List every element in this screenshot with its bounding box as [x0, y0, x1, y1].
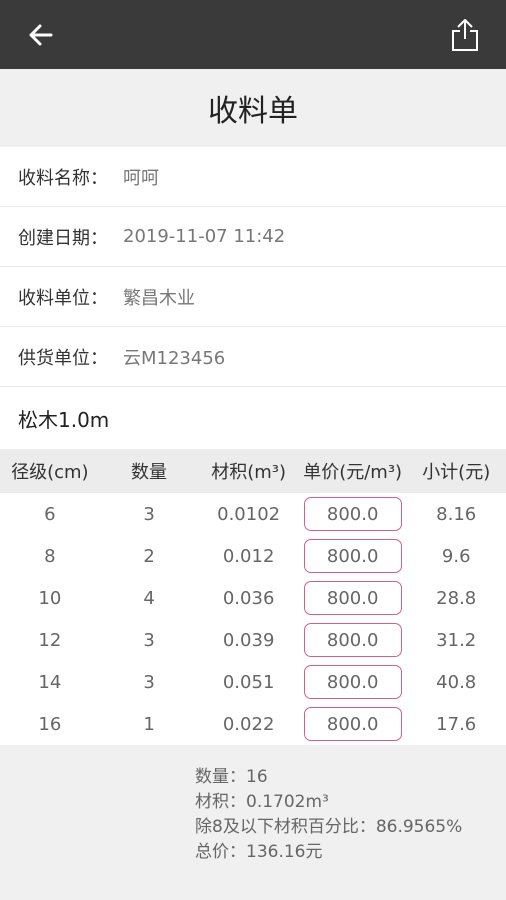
price-input[interactable] [303, 707, 402, 741]
column-header-volume: 材积(m³) [198, 449, 299, 493]
info-label: 创建日期： [18, 227, 108, 249]
table-row: 10 4 0.036 28.8 [0, 577, 506, 619]
price-input[interactable] [303, 623, 402, 657]
cell-volume: 0.051 [222, 671, 275, 693]
info-row-name: 收料名称： 呵呵 [0, 147, 506, 207]
info-label: 供货单位： [18, 347, 108, 369]
price-input[interactable] [303, 539, 402, 573]
summary-percent: 除8及以下材积百分比：86.9565% [195, 817, 463, 837]
section-title: 松木1.0m [0, 387, 506, 449]
cell-quantity: 3 [143, 671, 155, 693]
table-header-row: 径级(cm) 数量 材积(m³) 单价(元/m³) 小计(元) [0, 449, 506, 493]
info-list: 收料名称： 呵呵 创建日期： 2019-11-07 11:42 收料单位： 繁昌… [0, 147, 506, 387]
table-row: 12 3 0.039 31.2 [0, 619, 506, 661]
table-row: 14 3 0.051 40.8 [0, 661, 506, 703]
info-row-receiver: 收料单位： 繁昌木业 [0, 267, 506, 327]
column-header-quantity: 数量 [99, 449, 199, 493]
summary-quantity: 数量：16 [195, 767, 268, 787]
back-button[interactable] [24, 18, 58, 52]
table-row: 16 1 0.022 17.6 [0, 703, 506, 745]
price-input[interactable] [303, 497, 402, 531]
cell-diameter: 14 [38, 671, 62, 693]
info-row-date: 创建日期： 2019-11-07 11:42 [0, 207, 506, 267]
top-app-bar [0, 0, 506, 69]
cell-volume: 0.022 [222, 713, 275, 735]
cell-price [299, 493, 407, 535]
cell-subtotal: 8.16 [436, 503, 477, 525]
cell-quantity: 2 [143, 545, 155, 567]
cell-price [299, 619, 407, 661]
cell-diameter: 16 [38, 713, 62, 735]
share-icon [452, 18, 478, 51]
price-input[interactable] [303, 665, 402, 699]
summary-block: 数量：16 材积：0.1702m³ 除8及以下材积百分比：86.9565% 总价… [0, 745, 506, 865]
cell-price [299, 535, 407, 577]
info-row-supplier: 供货单位： 云M123456 [0, 327, 506, 387]
info-label: 收料名称： [18, 167, 108, 189]
price-input[interactable] [303, 581, 402, 615]
page-title: 收料单 [208, 94, 298, 129]
column-header-price: 单价(元/m³) [298, 449, 407, 493]
info-value: 呵呵 [123, 167, 159, 189]
info-value: 繁昌木业 [123, 287, 195, 309]
summary-volume: 材积：0.1702m³ [195, 792, 329, 812]
cell-diameter: 12 [38, 629, 62, 651]
cell-volume: 0.012 [222, 545, 275, 567]
info-value: 云M123456 [123, 347, 226, 369]
column-header-subtotal: 小计(元) [406, 449, 506, 493]
cell-subtotal: 28.8 [436, 587, 477, 609]
cell-diameter: 6 [44, 503, 56, 525]
cell-quantity: 1 [143, 713, 155, 735]
cell-price [299, 577, 407, 619]
cell-quantity: 3 [143, 503, 155, 525]
cell-diameter: 10 [38, 587, 62, 609]
summary-total: 总价：136.16元 [195, 842, 323, 862]
column-header-diameter: 径级(cm) [0, 449, 100, 493]
arrow-left-icon [29, 24, 53, 45]
cell-subtotal: 17.6 [436, 713, 477, 735]
cell-volume: 0.039 [222, 629, 275, 651]
cell-subtotal: 9.6 [441, 545, 471, 567]
cell-volume: 0.0102 [217, 503, 281, 525]
cell-diameter: 8 [44, 545, 56, 567]
info-label: 收料单位： [18, 287, 108, 309]
wood-table: 径级(cm) 数量 材积(m³) 单价(元/m³) 小计(元) 6 3 0.01… [0, 449, 506, 745]
table-row: 8 2 0.012 9.6 [0, 535, 506, 577]
page-title-area: 收料单 [0, 69, 506, 147]
table-row: 6 3 0.0102 8.16 [0, 493, 506, 535]
cell-subtotal: 31.2 [436, 629, 477, 651]
cell-price [299, 661, 407, 703]
cell-quantity: 3 [143, 629, 155, 651]
cell-quantity: 4 [143, 587, 155, 609]
share-button[interactable] [448, 18, 482, 52]
cell-subtotal: 40.8 [436, 671, 477, 693]
cell-price [299, 703, 407, 745]
cell-volume: 0.036 [222, 587, 275, 609]
info-value: 2019-11-07 11:42 [123, 226, 286, 247]
